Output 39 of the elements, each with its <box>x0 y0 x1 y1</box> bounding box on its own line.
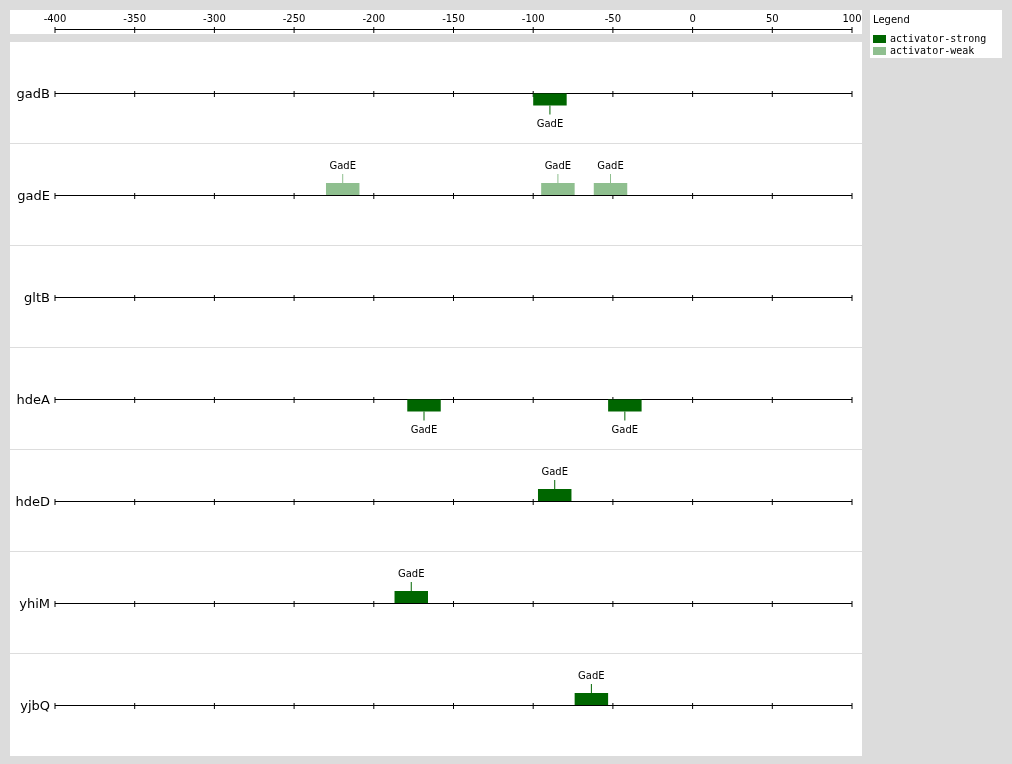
site-label: GadE <box>398 568 425 579</box>
leader-line <box>554 479 556 490</box>
gene-label: gadE <box>17 188 50 203</box>
site-label: GadE <box>544 160 572 171</box>
tick-label: -400 <box>43 13 67 24</box>
leader-line <box>549 105 551 115</box>
site-label: GadE <box>410 424 438 435</box>
leader-line <box>610 173 611 184</box>
gene-label: gltB <box>24 290 50 305</box>
tick-label: -300 <box>203 13 226 24</box>
legend-label: activator-strong <box>890 33 987 45</box>
tick-label: -250 <box>282 13 306 24</box>
gene-label: yjbQ <box>20 698 50 713</box>
tick-label: -50 <box>604 13 622 24</box>
site-label: GadE <box>578 670 605 681</box>
leader-line <box>590 683 592 694</box>
tick-label: 50 <box>765 13 779 24</box>
tick-label: -200 <box>362 13 386 24</box>
tick-label: -150 <box>442 13 465 24</box>
gene-label: hdeA <box>16 392 50 407</box>
legend-label: activator-weak <box>890 45 975 57</box>
tick-label: 100 <box>842 13 862 24</box>
legend-title: Legend <box>873 13 911 27</box>
tick-label: 0 <box>689 13 696 24</box>
leader-line <box>557 173 559 184</box>
gene-label: gadB <box>16 86 50 101</box>
site-label: GadE <box>536 118 564 129</box>
site-label: GadE <box>597 160 624 171</box>
leader-line <box>410 581 412 592</box>
tick-label: -100 <box>521 13 545 24</box>
gene-label: hdeD <box>15 494 50 509</box>
leader-line <box>342 173 344 184</box>
site-label: GadE <box>541 466 568 477</box>
leader-line <box>423 411 425 421</box>
gene-label: yhiM <box>19 596 50 611</box>
site-label: GadE <box>611 424 639 435</box>
tick-label: -350 <box>123 13 147 24</box>
leader-line <box>624 411 626 421</box>
site-label: GadE <box>329 160 356 171</box>
